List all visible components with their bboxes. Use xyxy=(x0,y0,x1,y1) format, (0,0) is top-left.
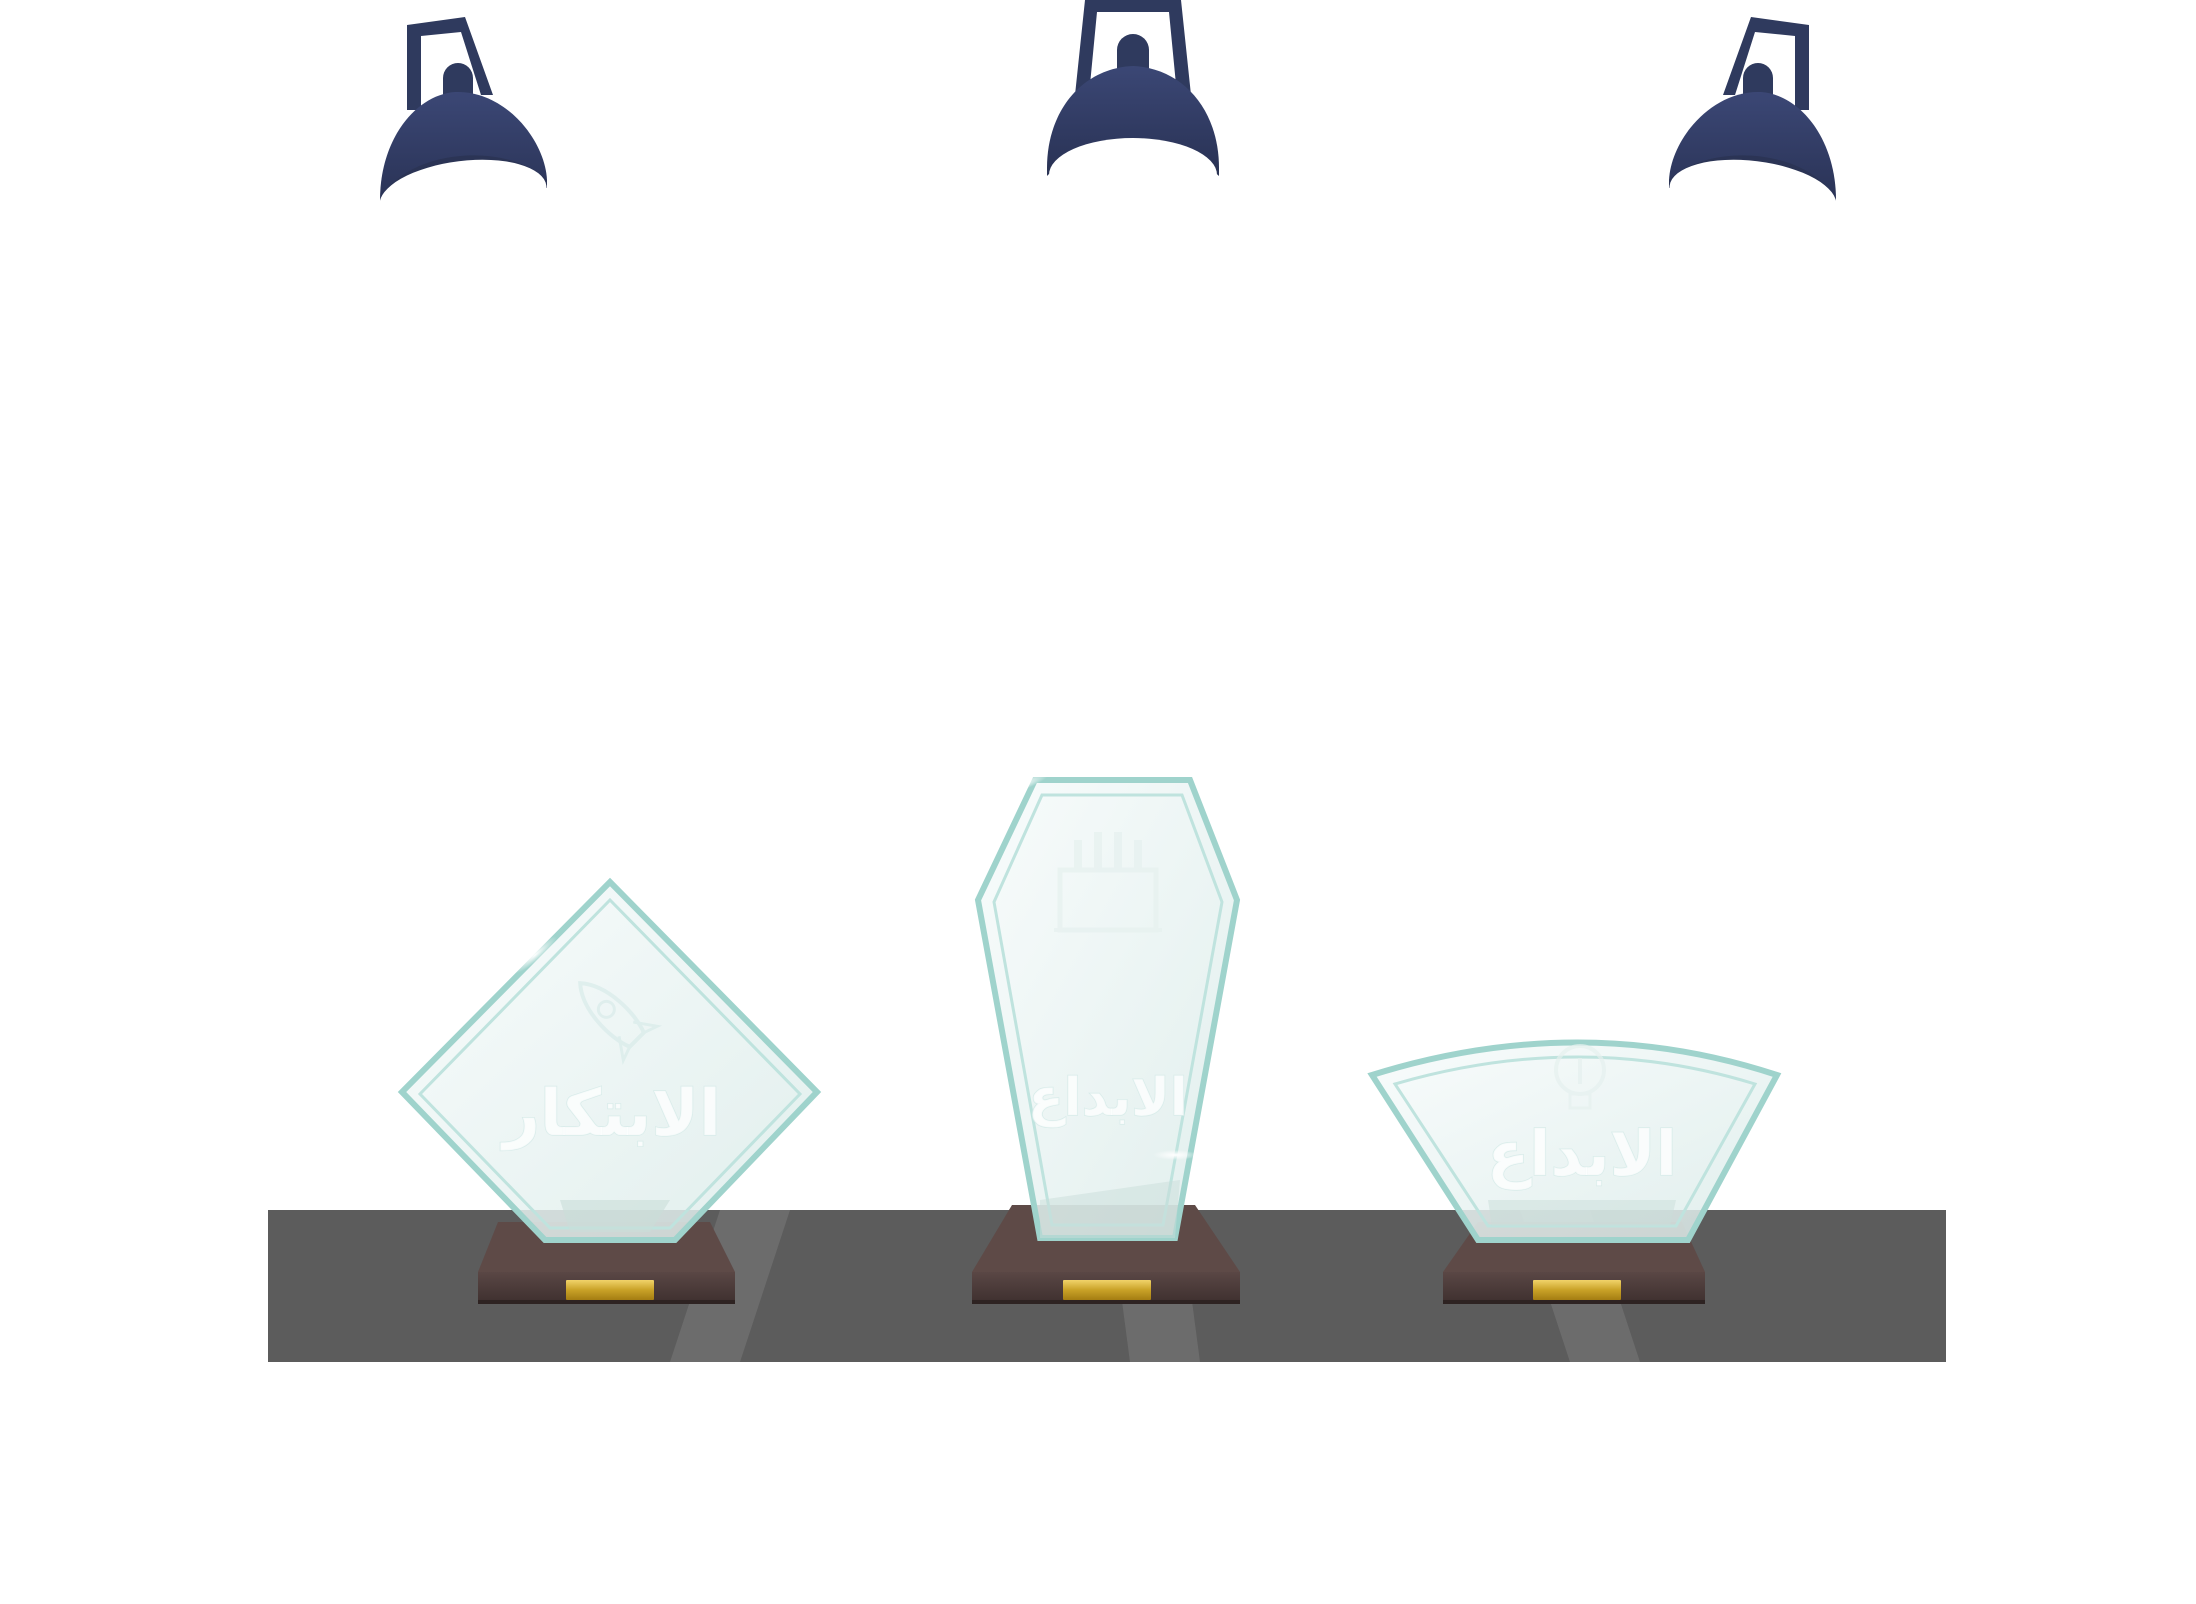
glass-award: الابداع xyxy=(974,773,1241,1241)
trophy-engraving: الابتكار xyxy=(500,1077,721,1151)
award-display-scene: الابتكار الابداع الابداع xyxy=(268,0,1946,1362)
spotlight-icon xyxy=(1047,0,1219,212)
glass-award: الابتكار xyxy=(397,877,822,1243)
gold-plaque xyxy=(1063,1280,1151,1300)
trophy-engraving: الابداع xyxy=(1487,1117,1677,1190)
trophy-tall: الابداع xyxy=(972,773,1241,1304)
spotlight-icon xyxy=(1669,17,1837,233)
gold-plaque xyxy=(566,1280,654,1300)
trophy-engraving: الابداع xyxy=(1028,1068,1187,1128)
glass-award: الابداع xyxy=(1367,1016,1782,1243)
spotlight-icon xyxy=(379,17,547,233)
gold-plaque xyxy=(1533,1280,1621,1300)
